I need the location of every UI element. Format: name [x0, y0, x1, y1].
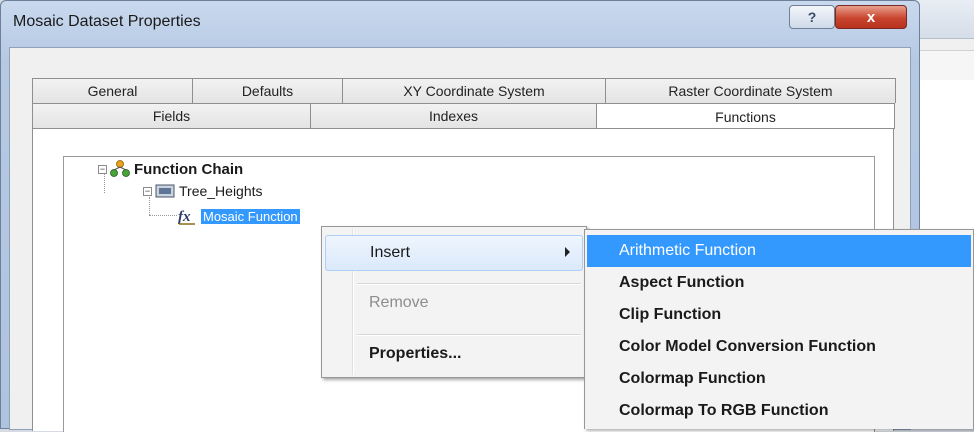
menu-item-insert[interactable]: Insert	[325, 235, 583, 271]
tab-defaults[interactable]: Defaults	[192, 78, 343, 103]
title-bar[interactable]: Mosaic Dataset Properties ? x	[1, 1, 919, 45]
submenu-item-colormap-function[interactable]: Colormap Function	[587, 363, 971, 395]
menu-item-properties[interactable]: Properties...	[325, 336, 583, 372]
menu-item-remove[interactable]: Remove	[325, 285, 583, 321]
tab-functions[interactable]: Functions	[596, 103, 895, 129]
function-chain-icon	[110, 160, 130, 177]
submenu-item-colormap-to-rgb-function[interactable]: Colormap To RGB Function	[587, 395, 971, 427]
submenu-arrow-icon	[565, 247, 570, 257]
svg-text:fx: fx	[178, 209, 191, 225]
tab-general[interactable]: General	[32, 78, 193, 103]
collapse-icon[interactable]: −	[98, 164, 107, 174]
tree-node-label: Tree_Heights	[179, 183, 263, 199]
insert-submenu: Arithmetic Function Aspect Function Clip…	[584, 229, 974, 429]
tab-raster-coordinate-system[interactable]: Raster Coordinate System	[605, 78, 896, 103]
tree-node-mosaic-function[interactable]: fx Mosaic Function	[177, 206, 300, 226]
menu-item-label: Remove	[369, 294, 429, 311]
close-icon: x	[866, 8, 876, 26]
tab-row-bottom: Fields Indexes Functions	[32, 103, 895, 129]
submenu-item-color-model-conversion-function[interactable]: Color Model Conversion Function	[587, 331, 971, 363]
tree-connector	[149, 215, 177, 216]
dialog-title: Mosaic Dataset Properties	[13, 13, 201, 30]
menu-item-label: Insert	[370, 244, 411, 261]
help-icon: ?	[807, 9, 817, 25]
tree-node-tree-heights[interactable]: − Tree_Heights	[143, 183, 263, 199]
raster-icon	[155, 184, 175, 198]
tree-node-label: Function Chain	[134, 160, 244, 178]
tree-node-label: Mosaic Function	[201, 208, 300, 224]
tree-connector	[149, 197, 150, 215]
tab-indexes[interactable]: Indexes	[310, 103, 597, 128]
close-button[interactable]: x	[835, 5, 907, 29]
context-menu: Insert Remove Properties...	[321, 226, 587, 378]
tab-fields[interactable]: Fields	[32, 103, 311, 128]
tree-node-function-chain[interactable]: − Function Chain	[98, 160, 243, 178]
menu-item-label: Properties...	[369, 345, 462, 362]
background-window-header	[914, 50, 974, 81]
submenu-item-arithmetic-function[interactable]: Arithmetic Function	[587, 235, 971, 267]
tab-row-top: General Defaults XY Coordinate System Ra…	[32, 78, 896, 103]
tab-xy-coordinate-system[interactable]: XY Coordinate System	[342, 78, 606, 103]
submenu-item-clip-function[interactable]: Clip Function	[587, 299, 971, 331]
help-button[interactable]: ?	[789, 5, 835, 29]
function-fx-icon: fx	[178, 209, 195, 225]
submenu-item-aspect-function[interactable]: Aspect Function	[587, 267, 971, 299]
collapse-icon[interactable]: −	[143, 186, 152, 196]
